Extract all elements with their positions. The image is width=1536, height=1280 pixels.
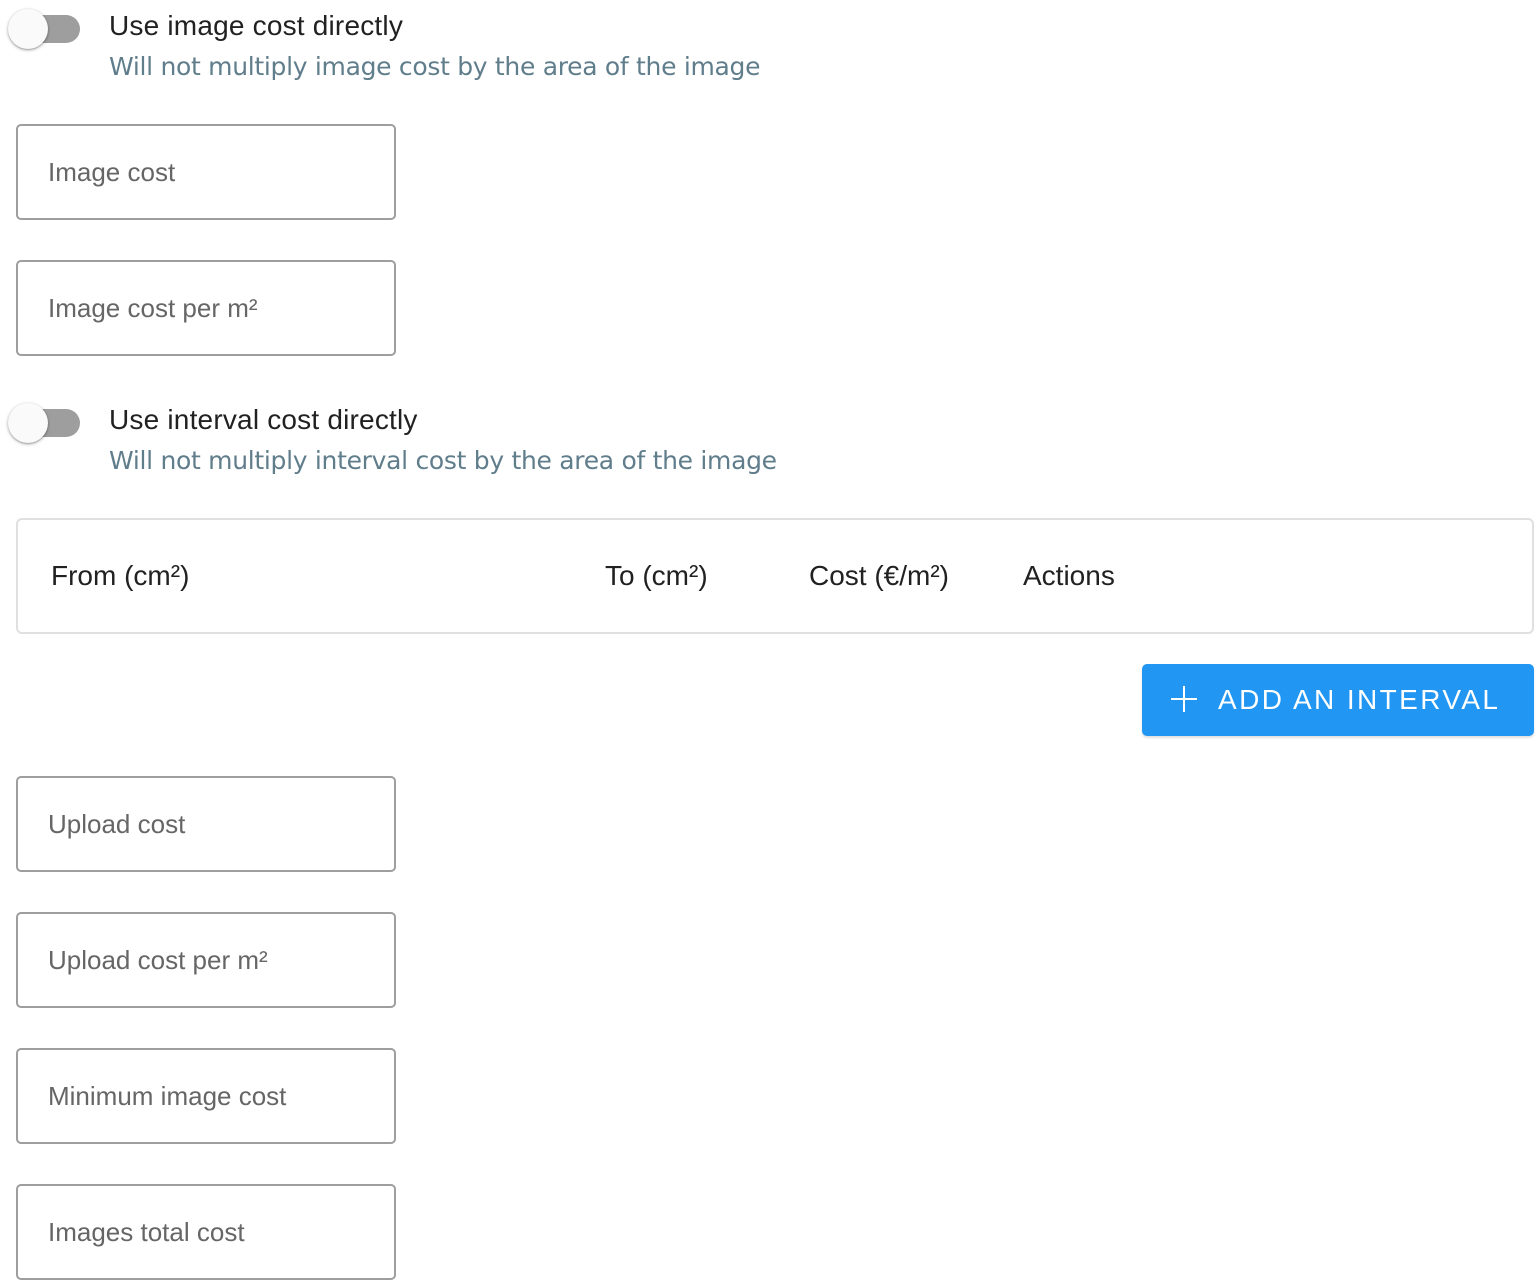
image-cost-directly-switch[interactable]	[8, 8, 82, 49]
upload-cost-field	[16, 776, 396, 872]
upload-cost-input[interactable]	[18, 778, 394, 870]
image-cost-per-m2-input[interactable]	[18, 262, 394, 354]
column-header-actions: Actions	[1023, 560, 1115, 591]
column-header-from: From (cm²)	[51, 560, 190, 591]
switch-thumb[interactable]	[8, 403, 48, 443]
interval-cost-directly-hint: Will not multiply interval cost by the a…	[109, 446, 777, 475]
minimum-image-cost-field	[16, 1048, 396, 1144]
image-cost-field	[16, 124, 396, 220]
images-total-cost-field	[16, 1184, 396, 1280]
switch-thumb[interactable]	[8, 9, 48, 49]
column-header-cost: Cost (€/m²)	[809, 560, 949, 591]
column-header-to: To (cm²)	[605, 560, 708, 591]
image-cost-input[interactable]	[18, 126, 394, 218]
image-cost-directly-hint: Will not multiply image cost by the area…	[109, 52, 761, 81]
upload-cost-per-m2-field	[16, 912, 396, 1008]
upload-cost-per-m2-input[interactable]	[18, 914, 394, 1006]
images-total-cost-input[interactable]	[18, 1186, 394, 1278]
add-interval-button[interactable]: ADD AN INTERVAL	[1142, 664, 1534, 736]
interval-cost-directly-label: Use interval cost directly	[109, 404, 418, 435]
cost-settings-form: Use image cost directly Will not multipl…	[0, 0, 1536, 1280]
minimum-image-cost-input[interactable]	[18, 1050, 394, 1142]
image-cost-per-m2-field	[16, 260, 396, 356]
image-cost-directly-label: Use image cost directly	[109, 10, 404, 41]
plus-icon	[1170, 684, 1198, 712]
add-interval-label: ADD AN INTERVAL	[1218, 684, 1501, 715]
interval-cost-directly-switch[interactable]	[8, 402, 82, 443]
interval-table: From (cm²) To (cm²) Cost (€/m²) Actions	[16, 518, 1534, 634]
